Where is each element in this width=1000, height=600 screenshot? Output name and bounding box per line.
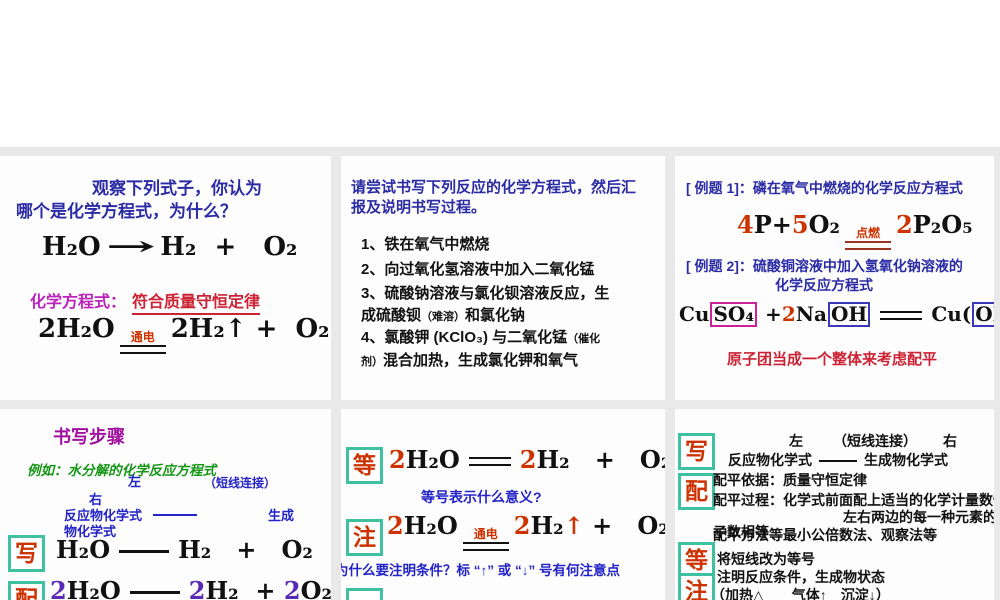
reaction-item-1: 1、铁在氧气中燃烧 bbox=[361, 236, 490, 253]
slide2-title-line2: 报及说明书写过程。 bbox=[351, 199, 487, 216]
water-example-label: 例如：水分解的化学反应方程式 bbox=[27, 463, 216, 478]
step-equals-box: 等 bbox=[346, 447, 383, 484]
reaction-item-3-line2: 成硫酸钡（难溶）和氯化钠 bbox=[361, 307, 526, 324]
equation-h2o-unbalanced: H₂O → H₂ + O₂ bbox=[42, 232, 298, 262]
radical-balance-note: 原子团当成一个整体来考虑配平 bbox=[727, 351, 938, 368]
summary-right: 右 bbox=[943, 433, 957, 449]
slide2-title-line1: 请尝试书写下列反应的化学方程式，然后汇 bbox=[351, 179, 637, 196]
balance-method-overlay: 子数相等 bbox=[713, 524, 769, 540]
writing-steps-title: 书写步骤 bbox=[53, 427, 125, 447]
example2-title-line1: [ 例题 2]：硫酸铜溶液中加入氢氧化钠溶液的 bbox=[686, 258, 963, 274]
balance-process-cont: 左右两边的每一种元素的原 bbox=[843, 509, 994, 525]
hint-short-line: （短线连接） bbox=[204, 476, 277, 490]
hint-dash-line bbox=[153, 514, 197, 516]
slide-grid: 观察下列式子，你认为 哪个是化学方程式，为什么？ H₂O → H₂ + O₂ 化学方… bbox=[0, 147, 1000, 600]
summary-short-line: （短线连接） bbox=[833, 433, 917, 449]
reaction-item-3-line1: 3、硫酸钠溶液与氯化钡溶液反应，生 bbox=[361, 285, 610, 302]
equation-equals-step: 2H₂O 2H₂ + O₂ bbox=[389, 445, 665, 474]
equation-cuso4-naoh: CuSO₄ +2NaOHCu(OH)₂↓+ Na₂SO₄ bbox=[679, 302, 994, 327]
example1-title: [ 例题 1]：磷在氧气中燃烧的化学反应方程式 bbox=[686, 180, 963, 196]
slide-2[interactable]: 请尝试书写下列反应的化学方程式，然后汇 报及说明书写过程。 1、铁在氧气中燃烧 … bbox=[341, 156, 665, 400]
reaction-item-4-line2: 剂）混合加热，生成氯化钾和氧气 bbox=[361, 352, 579, 369]
balance-basis: 配平依据：质量守恒定律 bbox=[713, 472, 867, 488]
slide-3[interactable]: [ 例题 1]：磷在氧气中燃烧的化学反应方程式 4P+5O₂ 点燃 2P₂O₅ [ … bbox=[675, 156, 994, 400]
mass-conservation-answer: 符合质量守恒定律 bbox=[132, 288, 261, 315]
summary-formula-line: 反应物化学式 生成物化学式 bbox=[728, 452, 948, 468]
equation-h2o-balanced: 2H₂O通电2H₂↑ + O₂↑ bbox=[38, 314, 331, 354]
slide1-title-line1: 观察下列式子，你认为 bbox=[92, 179, 262, 198]
equals-meaning-question: 等号表示什么意义? bbox=[421, 489, 542, 505]
example2-title-line2: 化学反应方程式 bbox=[775, 277, 873, 293]
step-balance-box: 配 bbox=[678, 473, 715, 510]
mark-note-line1: 注明反应条件，生成物状态 bbox=[717, 569, 885, 585]
hint-left: 左 bbox=[128, 474, 142, 489]
slide-6[interactable]: 写 左 （短线连接） 右 反应物化学式 生成物化学式 配 配平依据：质量守恒定律 … bbox=[675, 409, 994, 600]
condition-question: 为什么要注明条件？标 “↑” 或 “↓” 号有何注意点 bbox=[341, 563, 621, 578]
step-mark-box: 注 bbox=[678, 573, 715, 600]
summary-left: 左 bbox=[789, 433, 803, 449]
slide-4[interactable]: 书写步骤 例如：水分解的化学反应方程式 左 （短线连接） 右 反应物化学式 生成… bbox=[0, 409, 331, 600]
step-write-box: 写 bbox=[8, 535, 45, 572]
step-mark-box: 注 bbox=[346, 519, 383, 556]
step-balance-box: 配 bbox=[8, 581, 45, 600]
reaction-item-4-line1: 4、氯酸钾 (KClO₃) 与二氧化锰（催化 bbox=[361, 329, 601, 346]
equation-balance-step: 2H₂O 2H₂ + 2O₂ bbox=[50, 576, 331, 600]
slide-5[interactable]: 等 2H₂O 2H₂ + O₂ 等号表示什么意义? 注 2H₂O 通电 2H₂↑ + … bbox=[341, 409, 665, 600]
mark-note-line2: （加热△ 气体↑ 沉淀↓） bbox=[711, 587, 890, 600]
reaction-item-2: 2、向过氧化氢溶液中加入二氧化锰 bbox=[361, 261, 595, 278]
step-write-box: 写 bbox=[678, 433, 715, 470]
hint-products-part1: 生成 bbox=[268, 508, 295, 523]
chem-equation-label: 化学方程式： bbox=[30, 294, 127, 311]
equals-note: 将短线改为等号 bbox=[717, 551, 815, 567]
slide1-title-line2: 哪个是化学方程式，为什么？ bbox=[16, 202, 237, 221]
partial-step-box bbox=[346, 588, 383, 600]
slide-1[interactable]: 观察下列式子，你认为 哪个是化学方程式，为什么？ H₂O → H₂ + O₂ 化学方… bbox=[0, 156, 331, 400]
equation-write-step: H₂O H₂ + O₂ bbox=[56, 535, 313, 564]
equation-mark-step: 2H₂O通电2H₂↑ + O₂↑ bbox=[387, 511, 665, 551]
equation-phosphorus: 4P+5O₂ 点燃 2P₂O₅ bbox=[737, 210, 973, 250]
